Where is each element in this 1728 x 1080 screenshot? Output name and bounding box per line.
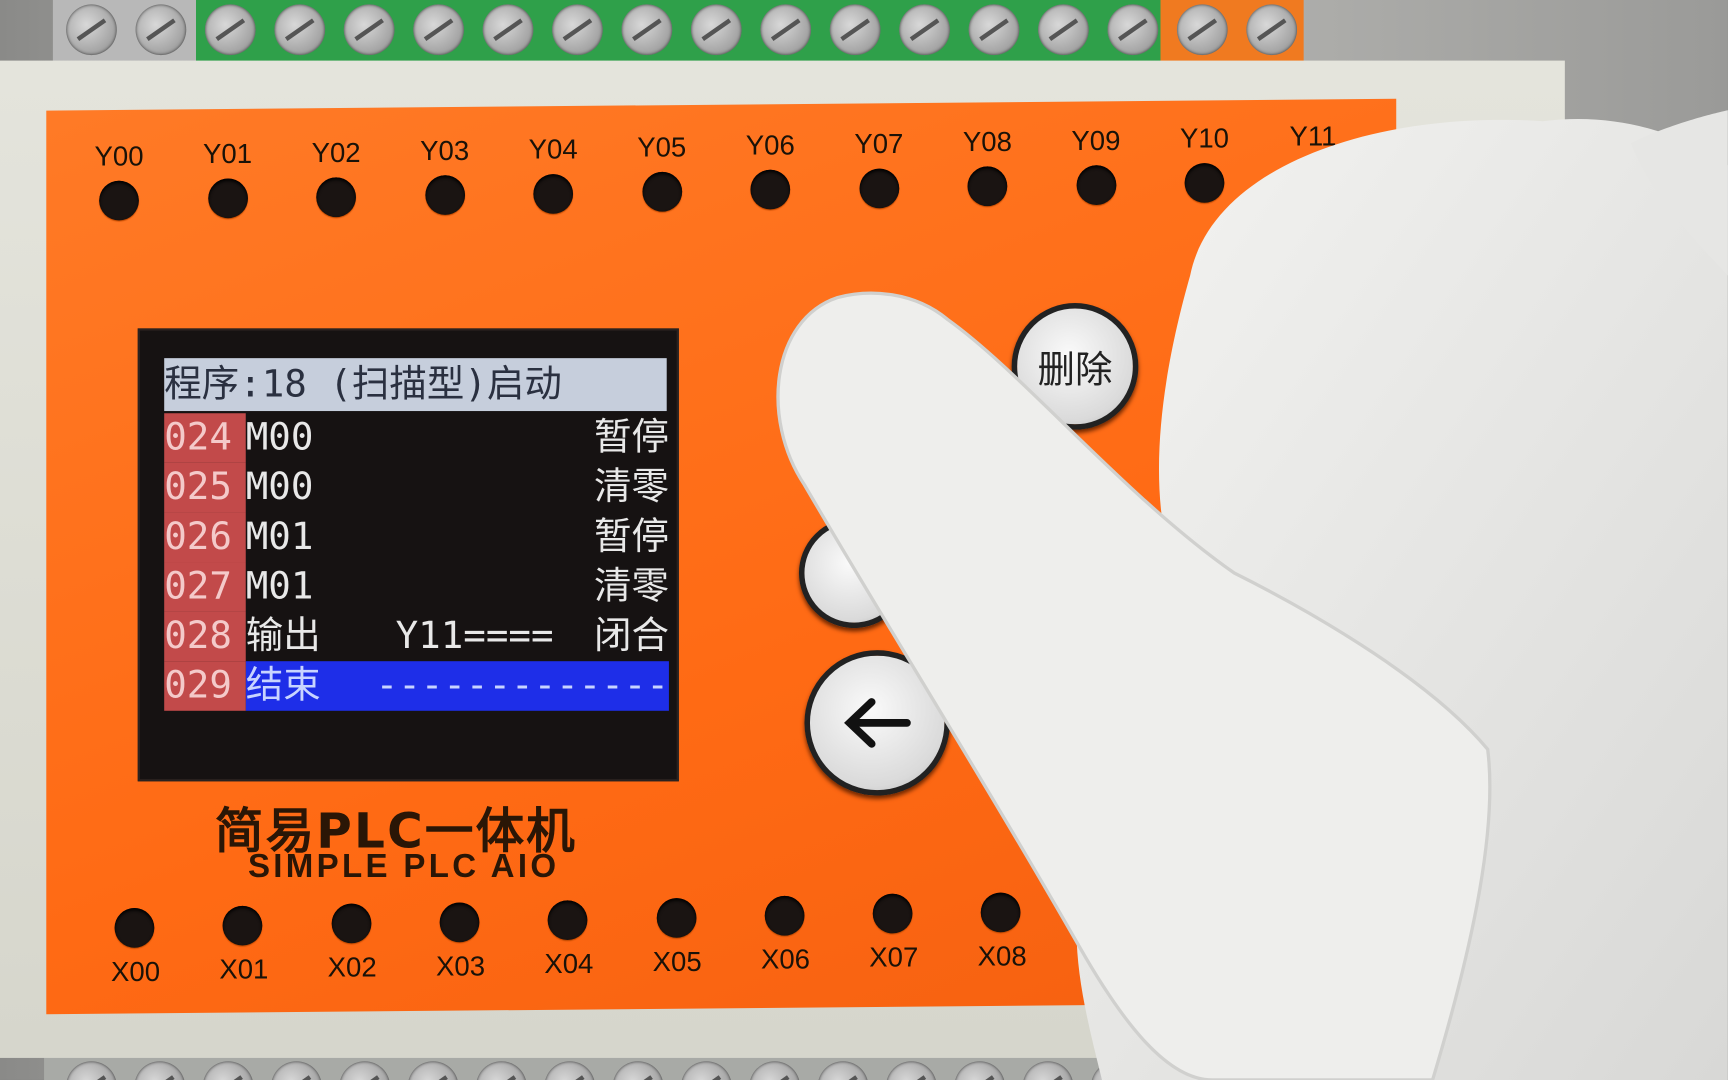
gloved-hand bbox=[776, 110, 1728, 1080]
plc-photo: Y00 Y01 Y02 Y03 Y04 Y05 Y06 Y07 Y08 Y09 Y10 Y11 X00… bbox=[0, 0, 1728, 1080]
